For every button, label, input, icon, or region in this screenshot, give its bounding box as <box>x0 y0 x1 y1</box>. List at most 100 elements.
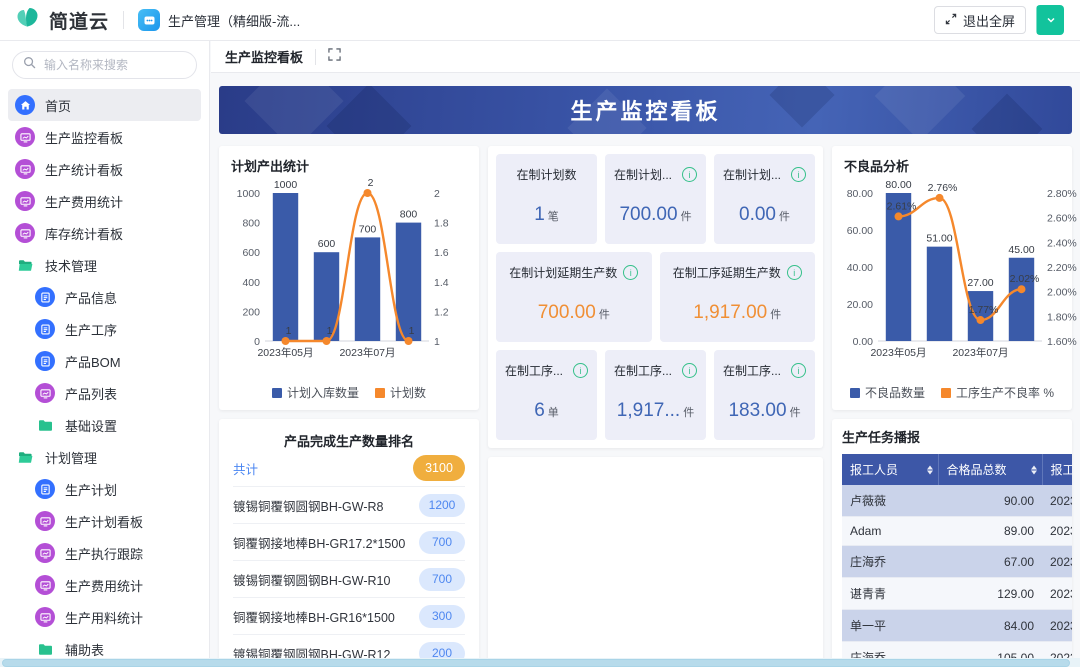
info-icon[interactable]: i <box>682 363 697 378</box>
sidebar-item-基础设置[interactable]: 基础设置 <box>8 409 201 441</box>
home-icon <box>15 95 35 115</box>
sidebar-item-生产监控看板[interactable]: 生产监控看板 <box>8 121 201 153</box>
table-header-合格品总数[interactable]: 合格品总数 <box>938 454 1043 485</box>
legend-label: 不良品数量 <box>864 386 925 400</box>
table-header-报工人员[interactable]: 报工人员 <box>842 454 939 485</box>
qualified-count-cell: 67.00 <box>938 545 1042 578</box>
stat-tile-title: 在制计划延期生产数 <box>509 266 618 280</box>
horizontal-scrollbar-thumb[interactable] <box>2 659 1070 667</box>
sidebar-item-库存统计看板[interactable]: 库存统计看板 <box>8 217 201 249</box>
sort-icon[interactable] <box>926 465 933 474</box>
sort-icon[interactable] <box>1030 465 1037 474</box>
ranking-item-name: 铜覆钢接地棒BH-GR17.2*1500 <box>233 536 406 551</box>
main-area: 生产监控看板 生产监控看板 计划产出统计 0 200 400 600 800 1000 1 1… <box>211 41 1080 667</box>
ranking-item-name: 镀锡铜覆钢圆钢BH-GW-R8 <box>233 499 384 514</box>
stat-tile-value: 6单 <box>534 400 559 421</box>
svg-text:200: 200 <box>242 306 260 318</box>
stat-tile-value: 700.00 件 <box>619 204 692 225</box>
app-chip[interactable]: 生产管理（精细版-流... <box>138 9 300 31</box>
jiandaoyun-logo[interactable]: 简道云 <box>16 6 109 35</box>
chart-legend: 不良品数量 工序生产不良率 % <box>840 384 1064 401</box>
svg-text:400: 400 <box>242 277 260 289</box>
sidebar-item-计划管理[interactable]: 计划管理 <box>8 441 201 473</box>
app-title: 生产管理（精细版-流... <box>168 13 301 29</box>
sidebar-item-产品列表[interactable]: 产品列表 <box>8 377 201 409</box>
svg-text:2023年07月: 2023年07月 <box>339 346 395 359</box>
app-icon <box>138 9 161 31</box>
sidebar-item-产品BOM[interactable]: 产品BOM <box>8 345 201 377</box>
folder-icon <box>35 639 55 659</box>
svg-text:700: 700 <box>359 223 377 235</box>
dashboard-icon <box>35 575 55 595</box>
chart-legend: 计划入库数量 计划数 <box>227 384 471 401</box>
sidebar-item-label: 库存统计看板 <box>45 226 124 242</box>
info-icon[interactable]: i <box>623 265 639 280</box>
report-time-cell: 2023-06 <box>1042 577 1072 610</box>
svg-text:1.2: 1.2 <box>434 306 449 318</box>
sidebar-item-生产执行跟踪[interactable]: 生产执行跟踪 <box>8 537 201 569</box>
horizontal-scrollbar[interactable] <box>0 658 1080 667</box>
sidebar-item-生产计划看板[interactable]: 生产计划看板 <box>8 505 201 537</box>
table-header-报工时间[interactable]: 报工时间 <box>1042 454 1072 485</box>
install-template-dropdown[interactable] <box>1036 5 1064 35</box>
qualified-count-cell: 129.00 <box>938 577 1042 610</box>
search-input[interactable] <box>42 57 186 73</box>
legend-item[interactable]: 不良品数量 <box>849 384 925 401</box>
info-icon[interactable]: i <box>791 363 806 378</box>
stat-tile: 在制计划... i 700.00 件 <box>605 154 706 244</box>
info-icon[interactable]: i <box>786 265 802 280</box>
sidebar-item-生产用料统计[interactable]: 生产用料统计 <box>8 601 201 633</box>
sidebar-item-生产费用统计[interactable]: 生产费用统计 <box>8 569 201 601</box>
tab-production-dashboard[interactable]: 生产监控看板 <box>225 47 303 66</box>
info-icon[interactable]: i <box>791 167 806 182</box>
sidebar: 首页生产监控看板生产统计看板生产费用统计库存统计看板技术管理产品信息生产工序产品… <box>0 41 210 667</box>
sidebar-item-产品信息[interactable]: 产品信息 <box>8 281 201 313</box>
legend-item[interactable]: 计划数 <box>375 384 426 401</box>
info-icon[interactable]: i <box>573 363 588 378</box>
svg-text:800: 800 <box>242 218 260 230</box>
sidebar-search <box>12 51 197 79</box>
sidebar-item-生产工序[interactable]: 生产工序 <box>8 313 201 345</box>
legend-item[interactable]: 计划入库数量 <box>271 384 359 401</box>
svg-text:2023年05月: 2023年05月 <box>257 346 313 359</box>
svg-text:2023年07月: 2023年07月 <box>952 346 1008 359</box>
report-time-cell: 2023-06 <box>1042 516 1072 546</box>
svg-text:27.00: 27.00 <box>967 277 993 289</box>
worker-name-cell: 谌青青 <box>842 577 938 610</box>
form-icon <box>35 479 55 499</box>
sidebar-item-label: 生产费用统计 <box>65 578 144 594</box>
sidebar-item-label: 生产监控看板 <box>45 130 124 146</box>
sidebar-item-label: 产品信息 <box>65 290 118 306</box>
table-row: 庄海乔67.002023-06 <box>842 545 1072 578</box>
dashboard-icon <box>35 543 55 563</box>
info-icon[interactable]: i <box>682 167 697 182</box>
legend-item[interactable]: 工序生产不良率 % <box>941 384 1054 401</box>
dashboard-icon <box>35 511 55 531</box>
stat-tile-value: 0.00 件 <box>739 204 790 225</box>
sidebar-item-生产费用统计[interactable]: 生产费用统计 <box>8 185 201 217</box>
sidebar-item-label: 首页 <box>45 98 72 114</box>
exit-fullscreen-button[interactable]: 退出全屏 <box>933 6 1026 34</box>
sidebar-item-label: 生产费用统计 <box>45 194 124 210</box>
stat-tile-title: 在制计划数 <box>516 168 577 182</box>
sidebar-item-label: 技术管理 <box>45 258 98 274</box>
topbar: 简道云 生产管理（精细版-流... 退出全屏 安装模板(带数据) <box>0 0 1080 41</box>
sidebar-item-生产计划[interactable]: 生产计划 <box>8 473 201 505</box>
ranking-row: 铜覆钢接地棒BH-GR16*1500 300 <box>233 598 465 635</box>
fullscreen-expand-icon[interactable] <box>328 47 341 66</box>
sidebar-item-技术管理[interactable]: 技术管理 <box>8 249 201 281</box>
stat-tile-title: 在制工序延期生产数 <box>672 266 781 280</box>
sidebar-item-生产统计看板[interactable]: 生产统计看板 <box>8 153 201 185</box>
ranking-item-value: 1200 <box>419 493 465 517</box>
stat-tile-value: 1笔 <box>534 204 559 225</box>
svg-text:20.00: 20.00 <box>847 299 873 311</box>
sidebar-item-首页[interactable]: 首页 <box>8 89 201 121</box>
form-icon <box>35 319 55 339</box>
svg-text:600: 600 <box>318 238 336 250</box>
svg-text:1: 1 <box>286 325 292 337</box>
report-time-cell: 2023-06 <box>1042 545 1072 578</box>
exit-fullscreen-label: 退出全屏 <box>962 13 1015 29</box>
report-time-cell: 2023-06 <box>1042 485 1072 517</box>
svg-text:2: 2 <box>434 188 440 200</box>
sidebar-item-label: 辅助表 <box>65 642 105 658</box>
